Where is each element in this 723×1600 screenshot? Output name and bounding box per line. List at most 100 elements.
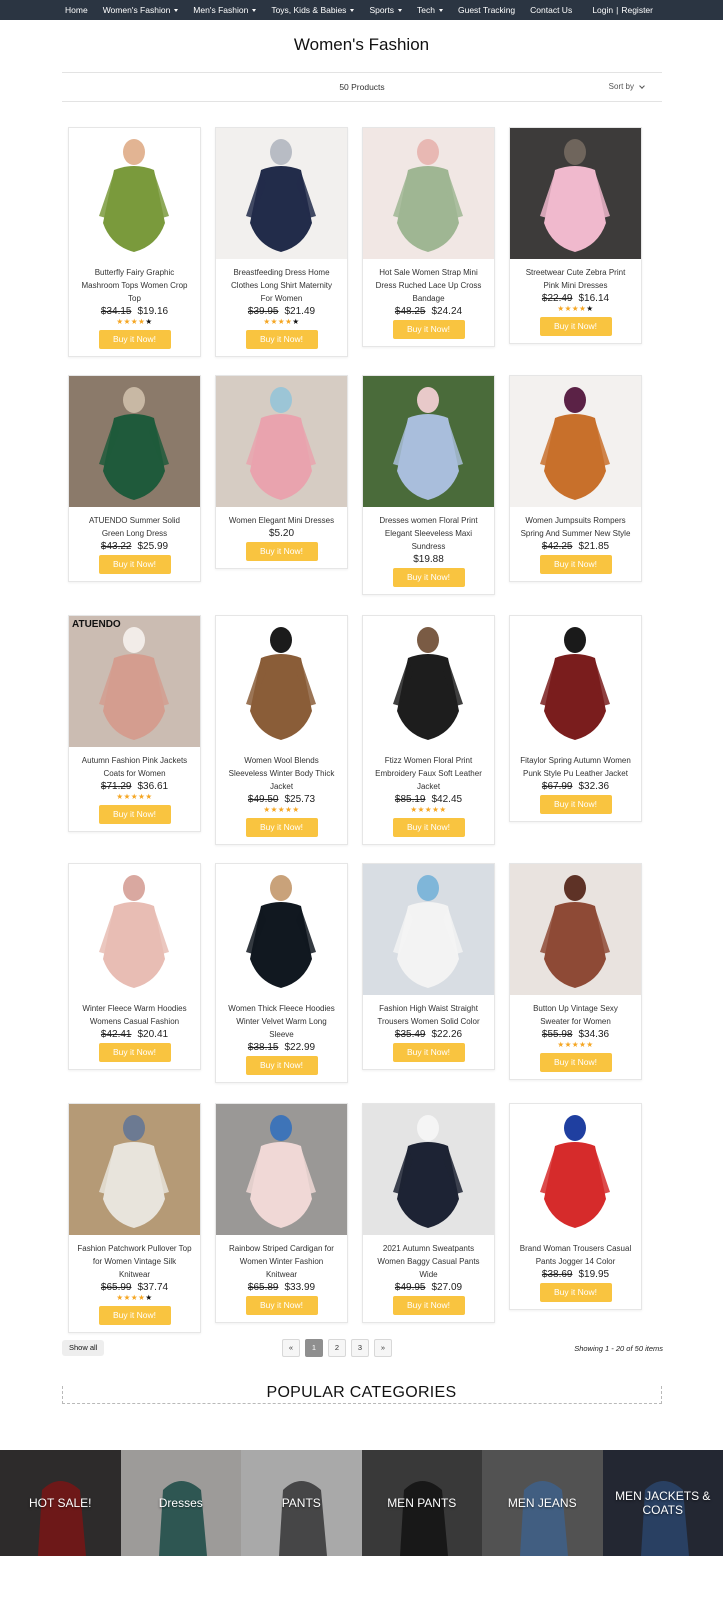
- product-image[interactable]: [363, 864, 494, 995]
- product-card[interactable]: Button Up Vintage Sexy Sweater for Women…: [509, 863, 642, 1080]
- buy-it-now-button[interactable]: Buy it Now!: [392, 1296, 465, 1315]
- product-image[interactable]: [216, 1104, 347, 1235]
- buy-it-now-button[interactable]: Buy it Now!: [392, 568, 465, 587]
- buy-it-now-button[interactable]: Buy it Now!: [392, 1043, 465, 1062]
- product-name[interactable]: Brand Woman Trousers Casual Pants Jogger…: [510, 1235, 641, 1268]
- product-image[interactable]: [510, 128, 641, 259]
- product-name[interactable]: Fashion High Waist Straight Trousers Wom…: [363, 995, 494, 1028]
- product-image[interactable]: [216, 616, 347, 747]
- nav-item-women-s-fashion[interactable]: Women's Fashion: [103, 5, 179, 15]
- product-image[interactable]: [69, 376, 200, 507]
- buy-it-now-button[interactable]: Buy it Now!: [245, 1056, 318, 1075]
- product-card[interactable]: Fashion Patchwork Pullover Top for Women…: [68, 1103, 201, 1333]
- product-card[interactable]: Ftizz Women Floral Print Embroidery Faux…: [362, 615, 495, 845]
- product-image[interactable]: [363, 128, 494, 259]
- nav-item-men-s-fashion[interactable]: Men's Fashion: [193, 5, 257, 15]
- product-image[interactable]: [216, 864, 347, 995]
- nav-item-sports[interactable]: Sports: [369, 5, 403, 15]
- product-card[interactable]: ATUENDO Summer Solid Green Long Dress $43…: [68, 375, 201, 582]
- register-link[interactable]: Register: [621, 5, 653, 15]
- product-card[interactable]: Butterfly Fairy Graphic Mashroom Tops Wo…: [68, 127, 201, 357]
- buy-it-now-button[interactable]: Buy it Now!: [98, 1043, 171, 1062]
- product-name[interactable]: Fitaylor Spring Autumn Women Punk Style …: [510, 747, 641, 780]
- product-card[interactable]: 2021 Autumn Sweatpants Women Baggy Casua…: [362, 1103, 495, 1323]
- category-banner-dresses[interactable]: Dresses: [120, 1450, 241, 1556]
- sort-dropdown[interactable]: Sort by: [609, 82, 645, 91]
- product-name[interactable]: Breastfeeding Dress Home Clothes Long Sh…: [216, 259, 347, 305]
- product-image[interactable]: [216, 128, 347, 259]
- buy-it-now-button[interactable]: Buy it Now!: [539, 555, 612, 574]
- login-link[interactable]: Login: [592, 5, 613, 15]
- buy-it-now-button[interactable]: Buy it Now!: [245, 330, 318, 349]
- product-name[interactable]: Hot Sale Women Strap Mini Dress Ruched L…: [363, 259, 494, 305]
- product-name[interactable]: Dresses women Floral Print Elegant Sleev…: [363, 507, 494, 553]
- product-card[interactable]: Women Jumpsuits Rompers Spring And Summe…: [509, 375, 642, 582]
- product-card[interactable]: ATUENDO Autumn Fashion Pink Jackets Coats…: [68, 615, 201, 832]
- buy-it-now-button[interactable]: Buy it Now!: [98, 555, 171, 574]
- product-name[interactable]: Ftizz Women Floral Print Embroidery Faux…: [363, 747, 494, 793]
- page-2-button[interactable]: 2: [328, 1339, 346, 1357]
- product-card[interactable]: Fitaylor Spring Autumn Women Punk Style …: [509, 615, 642, 822]
- buy-it-now-button[interactable]: Buy it Now!: [392, 818, 465, 837]
- buy-it-now-button[interactable]: Buy it Now!: [245, 542, 318, 561]
- nav-item-contact-us[interactable]: Contact Us: [530, 5, 572, 15]
- product-image[interactable]: ATUENDO: [69, 616, 200, 747]
- product-image[interactable]: [363, 376, 494, 507]
- product-card[interactable]: Women Thick Fleece Hoodies Winter Velvet…: [215, 863, 348, 1083]
- product-card[interactable]: Dresses women Floral Print Elegant Sleev…: [362, 375, 495, 595]
- buy-it-now-button[interactable]: Buy it Now!: [98, 805, 171, 824]
- nav-item-guest-tracking[interactable]: Guest Tracking: [458, 5, 515, 15]
- nav-item-home[interactable]: Home: [65, 5, 88, 15]
- product-name[interactable]: Button Up Vintage Sexy Sweater for Women: [510, 995, 641, 1028]
- product-image[interactable]: [510, 1104, 641, 1235]
- product-card[interactable]: Brand Woman Trousers Casual Pants Jogger…: [509, 1103, 642, 1310]
- product-image[interactable]: [69, 128, 200, 259]
- product-name[interactable]: ATUENDO Summer Solid Green Long Dress: [69, 507, 200, 540]
- buy-it-now-button[interactable]: Buy it Now!: [98, 330, 171, 349]
- product-name[interactable]: Women Jumpsuits Rompers Spring And Summe…: [510, 507, 641, 540]
- buy-it-now-button[interactable]: Buy it Now!: [539, 1283, 612, 1302]
- product-image[interactable]: [363, 616, 494, 747]
- nav-item-toys-kids-babies[interactable]: Toys, Kids & Babies: [271, 5, 355, 15]
- category-banner-men-jackets-coats[interactable]: MEN JACKETS & COATS: [602, 1450, 723, 1556]
- product-name[interactable]: Autumn Fashion Pink Jackets Coats for Wo…: [69, 747, 200, 780]
- product-name[interactable]: Winter Fleece Warm Hoodies Womens Casual…: [69, 995, 200, 1028]
- category-banner-hot-sale[interactable]: HOT SALE!: [0, 1450, 121, 1556]
- buy-it-now-button[interactable]: Buy it Now!: [539, 317, 612, 336]
- product-card[interactable]: Breastfeeding Dress Home Clothes Long Sh…: [215, 127, 348, 357]
- category-banner-men-pants[interactable]: MEN PANTS: [361, 1450, 482, 1556]
- product-name[interactable]: Rainbow Striped Cardigan for Women Winte…: [216, 1235, 347, 1281]
- product-image[interactable]: [69, 864, 200, 995]
- product-image[interactable]: [363, 1104, 494, 1235]
- page-3-button[interactable]: 3: [351, 1339, 369, 1357]
- page-1-button[interactable]: 1: [305, 1339, 323, 1357]
- buy-it-now-button[interactable]: Buy it Now!: [539, 795, 612, 814]
- product-card[interactable]: Hot Sale Women Strap Mini Dress Ruched L…: [362, 127, 495, 347]
- product-name[interactable]: 2021 Autumn Sweatpants Women Baggy Casua…: [363, 1235, 494, 1281]
- product-card[interactable]: Women Wool Blends Sleeveless Winter Body…: [215, 615, 348, 845]
- buy-it-now-button[interactable]: Buy it Now!: [98, 1306, 171, 1325]
- buy-it-now-button[interactable]: Buy it Now!: [245, 818, 318, 837]
- nav-item-tech[interactable]: Tech: [417, 5, 443, 15]
- buy-it-now-button[interactable]: Buy it Now!: [392, 320, 465, 339]
- show-all-button[interactable]: Show all: [62, 1340, 105, 1356]
- product-card[interactable]: Winter Fleece Warm Hoodies Womens Casual…: [68, 863, 201, 1070]
- product-image[interactable]: [216, 376, 347, 507]
- product-name[interactable]: Women Elegant Mini Dresses: [216, 507, 347, 527]
- next-page-button[interactable]: »: [374, 1339, 392, 1357]
- product-card[interactable]: Fashion High Waist Straight Trousers Wom…: [362, 863, 495, 1070]
- buy-it-now-button[interactable]: Buy it Now!: [539, 1053, 612, 1072]
- previous-page-button[interactable]: «: [282, 1339, 300, 1357]
- product-name[interactable]: Women Thick Fleece Hoodies Winter Velvet…: [216, 995, 347, 1041]
- product-image[interactable]: [510, 616, 641, 747]
- buy-it-now-button[interactable]: Buy it Now!: [245, 1296, 318, 1315]
- category-banner-pants[interactable]: PANTS: [241, 1450, 362, 1556]
- product-image[interactable]: [69, 1104, 200, 1235]
- product-name[interactable]: Butterfly Fairy Graphic Mashroom Tops Wo…: [69, 259, 200, 305]
- product-card[interactable]: Rainbow Striped Cardigan for Women Winte…: [215, 1103, 348, 1323]
- product-image[interactable]: [510, 864, 641, 995]
- product-card[interactable]: Women Elegant Mini Dresses $5.20 Buy it No…: [215, 375, 348, 569]
- product-name[interactable]: Streetwear Cute Zebra Print Pink Mini Dr…: [510, 259, 641, 292]
- product-name[interactable]: Fashion Patchwork Pullover Top for Women…: [69, 1235, 200, 1281]
- product-image[interactable]: [510, 376, 641, 507]
